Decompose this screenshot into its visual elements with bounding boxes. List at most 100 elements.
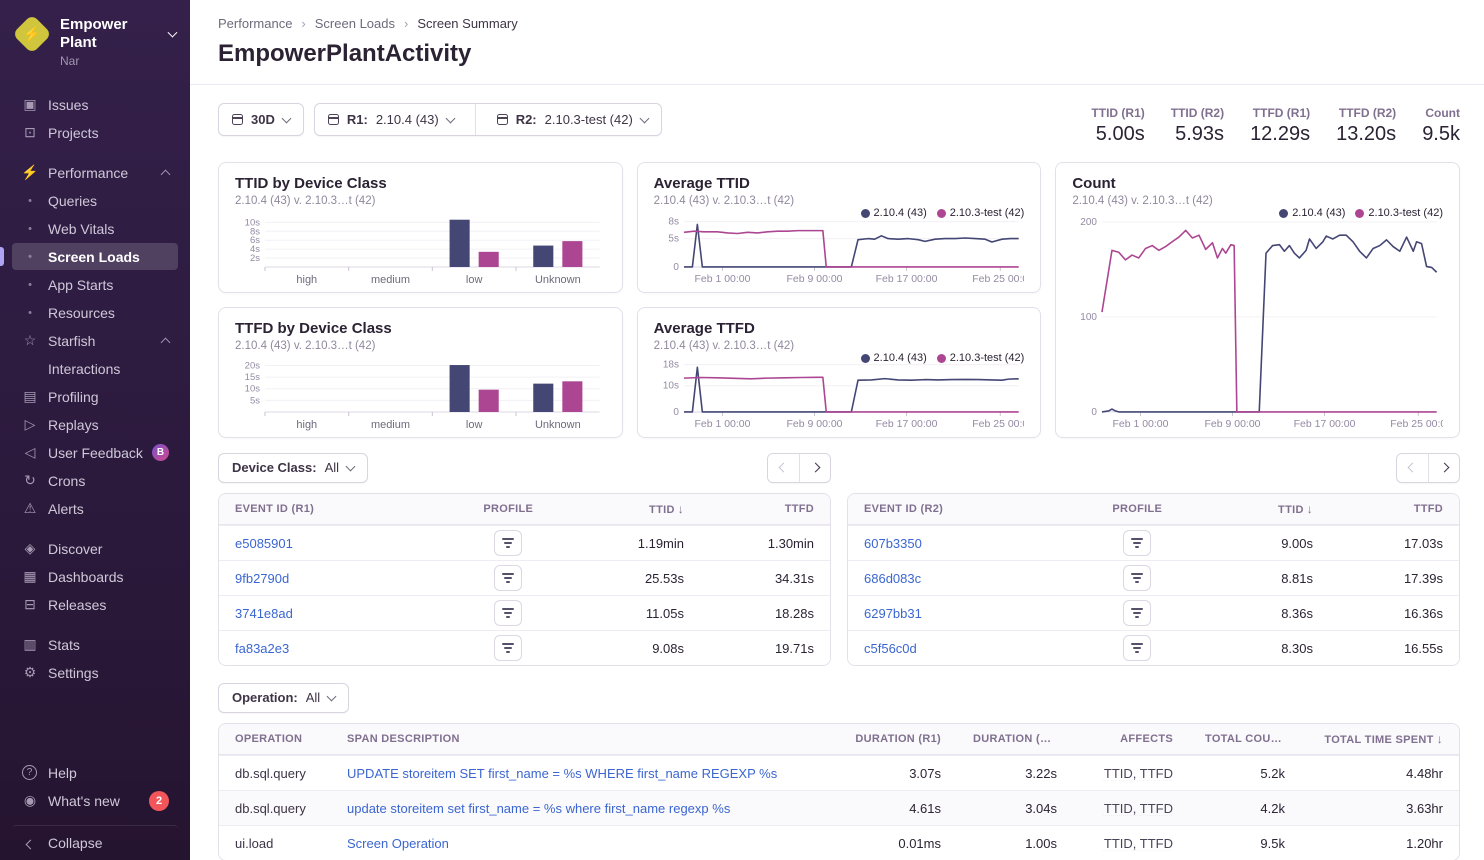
profile-button[interactable] <box>1123 565 1151 591</box>
span-description-link[interactable]: update storeitem set first_name = %s whe… <box>347 801 730 816</box>
affects-value[interactable]: TTID, TTFD <box>1104 801 1173 816</box>
col-ttfd[interactable]: TTFD <box>700 503 830 515</box>
sidebar-item-label: Stats <box>48 637 80 653</box>
event-link[interactable]: e5085901 <box>235 536 293 551</box>
sidebar-item-replays[interactable]: ▷ Replays <box>12 411 178 438</box>
prev-page-button[interactable] <box>768 454 799 482</box>
ttid-value: 25.53s <box>570 571 700 586</box>
operation-filter[interactable]: Operation: All <box>218 683 349 713</box>
event-link[interactable]: 686d083c <box>864 571 921 586</box>
col-duration-r2[interactable]: DURATION (R2) <box>957 733 1073 745</box>
profile-button[interactable] <box>494 600 522 626</box>
sidebar-collapse-button[interactable]: Collapse <box>12 825 178 852</box>
breadcrumb-screen-loads[interactable]: Screen Loads <box>315 16 395 31</box>
col-total-count[interactable]: TOTAL COUNT <box>1189 733 1301 745</box>
date-range-selector[interactable]: 30D <box>218 103 304 136</box>
sidebar-item-settings[interactable]: ⚙ Settings <box>12 659 178 686</box>
sidebar-item-projects[interactable]: ⊡ Projects <box>12 119 178 146</box>
svg-text:200: 200 <box>1081 217 1098 228</box>
profile-button[interactable] <box>1123 530 1151 556</box>
sidebar-item-starfish[interactable]: ☆ Starfish <box>12 327 178 354</box>
profile-button[interactable] <box>494 530 522 556</box>
event-link[interactable]: fa83a2e3 <box>235 641 289 656</box>
legend-dot-icon <box>937 209 946 218</box>
sidebar-item-label: Queries <box>48 193 97 209</box>
event-link[interactable]: 9fb2790d <box>235 571 289 586</box>
r1-pager <box>767 453 831 483</box>
sidebar-item-discover[interactable]: ◈ Discover <box>12 535 178 562</box>
sidebar-item-dashboards[interactable]: ▦ Dashboards <box>12 563 178 590</box>
sidebar-item-screen-loads[interactable]: • Screen Loads <box>12 243 178 270</box>
legend-item[interactable]: 2.10.4 (43) <box>1279 207 1345 219</box>
chart-area[interactable]: 05s8sFeb 1 00:00Feb 9 00:00Feb 17 00:00F… <box>654 209 1025 286</box>
chart-area[interactable]: 010s18sFeb 1 00:00Feb 9 00:00Feb 17 00:0… <box>654 354 1025 431</box>
next-page-button[interactable] <box>1428 454 1459 482</box>
profile-button[interactable] <box>494 565 522 591</box>
chart-area[interactable]: 5s10s15s20shighmediumlowUnknown <box>235 354 606 431</box>
duration-r1-value: 3.07s <box>839 766 957 781</box>
svg-text:8s: 8s <box>668 217 679 228</box>
org-switcher[interactable]: ⚡ Empower Plant Nar <box>0 14 190 78</box>
sidebar-item-releases[interactable]: ⊟ Releases <box>12 591 178 618</box>
breadcrumb-performance[interactable]: Performance <box>218 16 292 31</box>
total-time-link[interactable]: 4.48hr <box>1406 766 1443 781</box>
sidebar-item-stats[interactable]: ▥ Stats <box>12 631 178 658</box>
release2-selector[interactable]: R2: 2.10.3-test (42) <box>484 104 661 135</box>
chart-area[interactable]: 0100200Feb 1 00:00Feb 9 00:00Feb 17 00:0… <box>1072 209 1443 431</box>
profile-button[interactable] <box>494 635 522 661</box>
affects-value[interactable]: TTID, TTFD <box>1104 766 1173 781</box>
legend-dot-icon <box>861 354 870 363</box>
chart-card-ttfd-by-device: TTFD by Device Class 2.10.4 (43) v. 2.10… <box>218 307 623 438</box>
span-description-link[interactable]: UPDATE storeitem SET first_name = %s WHE… <box>347 766 777 781</box>
next-page-button[interactable] <box>799 454 830 482</box>
sidebar-item-alerts[interactable]: ⚠ Alerts <box>12 495 178 522</box>
legend-item[interactable]: 2.10.3-test (42) <box>937 207 1025 219</box>
profile-button[interactable] <box>1123 600 1151 626</box>
sidebar-item-help[interactable]: ? Help <box>12 759 178 786</box>
sidebar-item-resources[interactable]: • Resources <box>12 299 178 326</box>
sidebar-item-user-feedback[interactable]: ◁ User Feedback B <box>12 439 178 466</box>
col-total-time-sort[interactable]: TOTAL TIME SPENT↓ <box>1301 732 1459 746</box>
col-ttid-sort[interactable]: TTID↓ <box>570 502 700 516</box>
main-content: Performance › Screen Loads › Screen Summ… <box>190 0 1484 860</box>
sidebar-item-web-vitals[interactable]: • Web Vitals <box>12 215 178 242</box>
sidebar-item-queries[interactable]: • Queries <box>12 187 178 214</box>
legend-item[interactable]: 2.10.4 (43) <box>861 207 927 219</box>
release1-selector[interactable]: R1: 2.10.4 (43) <box>315 104 467 135</box>
event-link[interactable]: 6297bb31 <box>864 606 922 621</box>
affects-value[interactable]: TTID, TTFD <box>1104 836 1173 851</box>
legend-item[interactable]: 2.10.3-test (42) <box>937 352 1025 364</box>
device-class-filter[interactable]: Device Class: All <box>218 453 368 483</box>
legend-item[interactable]: 2.10.3-test (42) <box>1355 207 1443 219</box>
sidebar-item-label: Resources <box>48 305 115 321</box>
col-operation: OPERATION <box>219 733 331 745</box>
svg-text:Feb 9 00:00: Feb 9 00:00 <box>786 274 842 285</box>
svg-text:Feb 25 00:0: Feb 25 00:0 <box>1391 419 1443 430</box>
sidebar-item-whats-new[interactable]: ◉ What's new 2 <box>12 787 178 814</box>
prev-page-button[interactable] <box>1397 454 1428 482</box>
total-time-link[interactable]: 3.63hr <box>1406 801 1443 816</box>
event-link[interactable]: 3741e8ad <box>235 606 293 621</box>
sidebar-item-interactions[interactable]: • Interactions <box>12 355 178 382</box>
legend-item[interactable]: 2.10.4 (43) <box>861 352 927 364</box>
profile-button[interactable] <box>1123 635 1151 661</box>
col-ttid-sort[interactable]: TTID↓ <box>1199 502 1329 516</box>
chart-area[interactable]: 2s4s6s8s10shighmediumlowUnknown <box>235 209 606 286</box>
total-time-link[interactable]: 1.20hr <box>1406 836 1443 851</box>
date-range-value: 30D <box>251 112 275 127</box>
sidebar-group-performance: ⚡ Performance • Queries • Web Vitals • S… <box>0 159 190 522</box>
event-link[interactable]: 607b3350 <box>864 536 922 551</box>
sidebar-item-app-starts[interactable]: • App Starts <box>12 271 178 298</box>
sidebar-item-performance[interactable]: ⚡ Performance <box>12 159 178 186</box>
dashboards-icon: ▦ <box>21 568 39 585</box>
span-description-link[interactable]: Screen Operation <box>347 836 449 851</box>
sidebar-item-issues[interactable]: ▣ Issues <box>12 91 178 118</box>
svg-text:Feb 1 00:00: Feb 1 00:00 <box>1113 419 1169 430</box>
col-ttfd[interactable]: TTFD <box>1329 503 1459 515</box>
sidebar-item-profiling[interactable]: ▤ Profiling <box>12 383 178 410</box>
ttid-value: 8.36s <box>1199 606 1329 621</box>
sidebar-item-crons[interactable]: ↻ Crons <box>12 467 178 494</box>
chart-title: Average TTFD <box>654 320 1025 337</box>
col-duration-r1[interactable]: DURATION (R1) <box>839 733 957 745</box>
event-link[interactable]: c5f56c0d <box>864 641 917 656</box>
